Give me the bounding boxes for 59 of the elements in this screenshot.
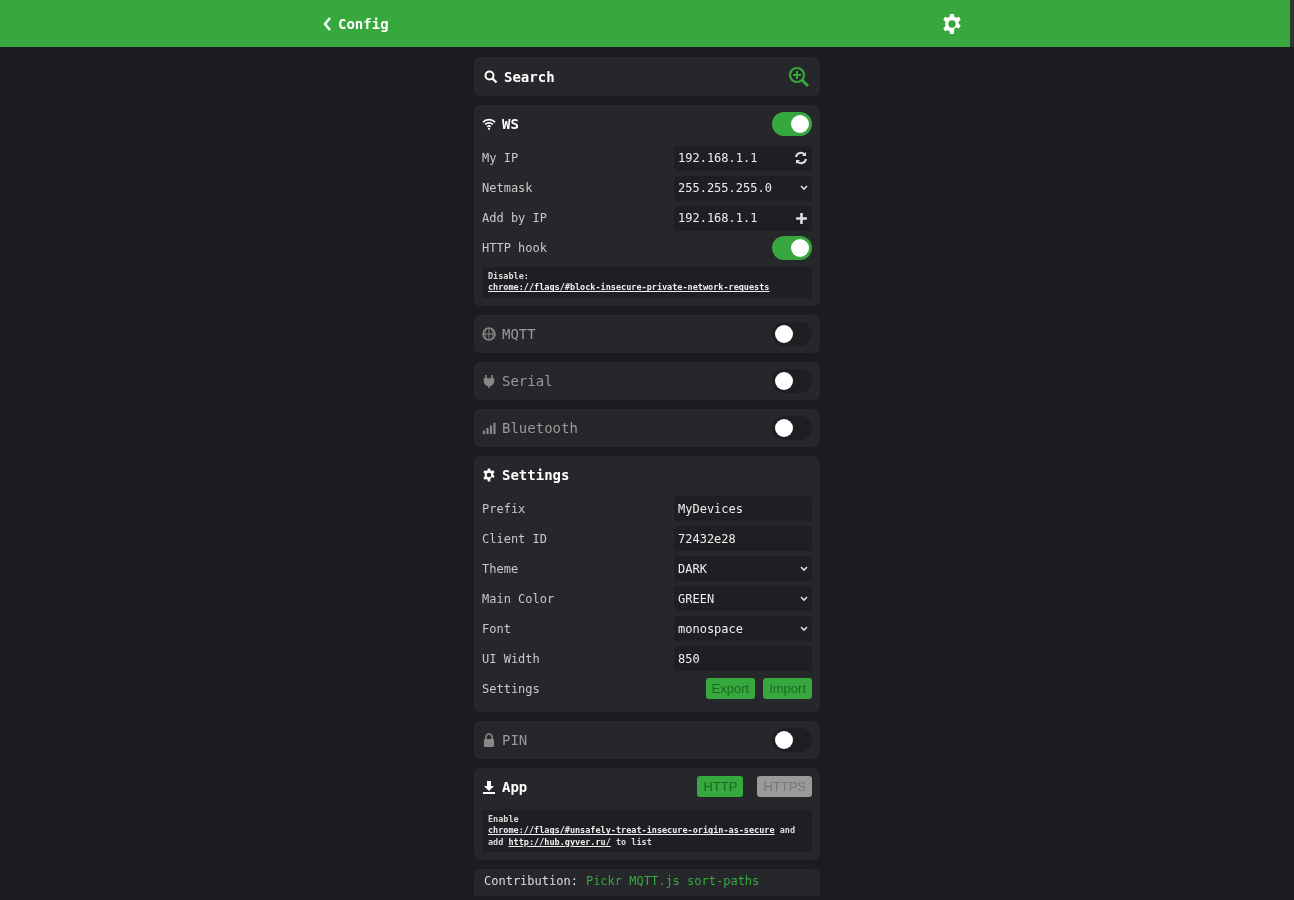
text-field[interactable]: MyDevices — [674, 496, 812, 522]
dropdown[interactable]: monospace — [674, 616, 812, 642]
toggle-switch[interactable] — [772, 321, 812, 346]
link[interactable]: chrome://flags/#block-insecure-private-network-requests — [488, 282, 770, 293]
section-title: WS — [502, 116, 520, 132]
section-title: PIN — [502, 731, 529, 748]
text-field[interactable]: 850 — [674, 646, 812, 672]
field-label: My IP — [482, 151, 520, 165]
section-title: MQTT — [502, 325, 537, 342]
search-field[interactable]: Search — [504, 68, 782, 85]
download-icon — [482, 779, 496, 794]
field-label: Client ID — [482, 531, 549, 546]
zoom-in-icon[interactable] — [788, 65, 810, 88]
section-title: Bluetooth — [502, 419, 579, 436]
search-icon — [484, 69, 498, 84]
field-label: HTTP hook — [482, 241, 549, 255]
note-text: Enable chrome://flags/#unsafely-treat-insecure-origin-as-secure and add http://hub.gyver.ru/ to list — [482, 809, 812, 853]
field-label: Font — [482, 621, 512, 636]
toggle-switch[interactable] — [772, 368, 812, 393]
link[interactable]: http://hub.gyver.ru/ — [508, 836, 611, 847]
gear-icon — [482, 467, 496, 482]
lock-icon — [482, 732, 496, 747]
footer-text: Pickr MQTT.js sort-paths — [585, 874, 760, 891]
field-label: Add by IP — [482, 211, 549, 225]
text-field[interactable]: 192.168.1.1 — [674, 205, 812, 231]
toggle-switch[interactable] — [772, 727, 812, 752]
dropdown[interactable]: 255.255.255.0 — [674, 175, 812, 201]
text-field[interactable]: 72432e28 — [674, 526, 812, 552]
wifi-icon — [482, 117, 496, 131]
toggle-switch[interactable] — [772, 236, 812, 260]
field-label: Main Color — [482, 591, 556, 606]
field-label: Theme — [482, 561, 520, 576]
dropdown[interactable]: GREEN — [674, 586, 812, 612]
caret-icon — [800, 185, 808, 191]
refresh-icon[interactable] — [794, 151, 808, 165]
note-text: Disable: chrome://flags/#block-insecure-private-network-requests — [482, 267, 812, 298]
caret-icon — [800, 625, 808, 632]
plug-icon — [482, 373, 496, 388]
toggle-switch[interactable] — [772, 112, 812, 136]
field-label: UI Width — [482, 651, 541, 666]
plus-icon[interactable] — [795, 211, 808, 225]
settings-icon[interactable] — [941, 12, 963, 35]
link[interactable]: chrome://flags/#unsafely-treat-insecure-origin-as-secure — [488, 825, 775, 836]
section-title: Serial — [502, 372, 554, 389]
text-field[interactable]: 192.168.1.1 — [674, 145, 812, 171]
dropdown[interactable]: DARK — [674, 556, 812, 582]
chevron-left-icon — [323, 16, 332, 31]
section-title: Settings — [502, 466, 571, 483]
section-title: App — [502, 778, 529, 795]
signal-bars-icon — [482, 420, 496, 435]
footer-label: Contribution: — [484, 874, 578, 891]
field-label: Netmask — [482, 181, 534, 195]
caret-icon — [800, 595, 808, 602]
globe-icon — [482, 326, 496, 341]
caret-icon — [800, 565, 808, 572]
search-box[interactable]: Search — [474, 57, 820, 96]
field-label: Prefix — [482, 501, 527, 516]
field-label: Settings — [482, 681, 541, 696]
toggle-switch[interactable] — [772, 415, 812, 440]
